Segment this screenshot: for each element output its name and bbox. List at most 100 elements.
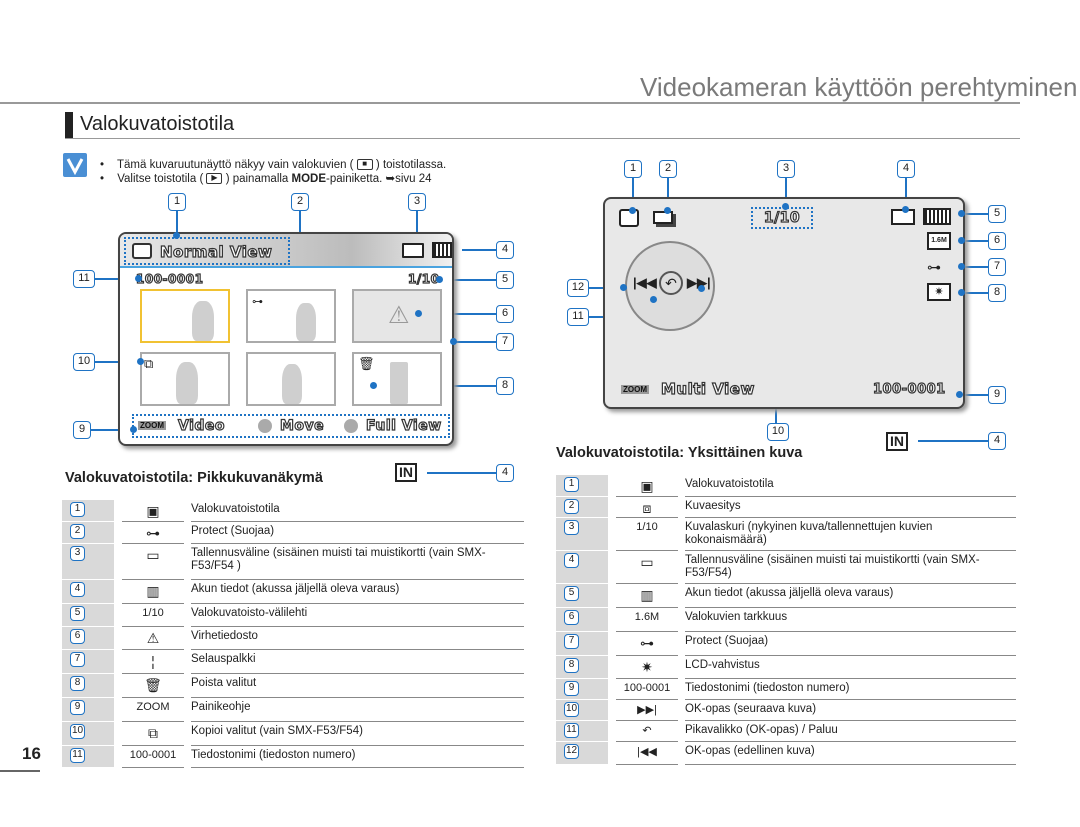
counter-icon: 1/10 [122, 604, 184, 627]
row-description: Kopioi valitut (vain SMX-F53/F54) [191, 722, 524, 746]
file-name-icon: 100-0001 [122, 746, 184, 768]
zoom-label: ZOOM [621, 385, 649, 394]
file-name: 100-0001 [135, 271, 204, 286]
thumbnail-view-screen: Normal View 100-0001 1/10 ⊶ ⚠ ⧉ 🗑 ZOOM V… [118, 232, 454, 446]
row-number: 2 [564, 499, 579, 514]
table-row: 6 ⚠ Virhetiedosto [62, 627, 524, 650]
row-number: 10 [564, 702, 579, 717]
table-row: 3 ▭ Tallennusväline (sisäinen muisti tai m… [62, 544, 524, 580]
callout-r-11: 11 [567, 308, 589, 326]
row-number: 9 [70, 700, 85, 715]
callout-r-3: 3 [777, 160, 795, 178]
row-description: Valokuvatoisto-välilehti [191, 604, 524, 627]
table-row: 1 ▣ Valokuvatoistotila [62, 500, 524, 522]
error-file-icon: ⚠ [122, 627, 184, 650]
warning-icon: ⚠ [388, 302, 410, 329]
previous-button[interactable]: |◀◀ [633, 275, 657, 291]
row-description: Tallennusväline (sisäinen muisti tai mui… [191, 544, 524, 580]
row-number-cell: 6 [62, 627, 114, 650]
section-divider [65, 138, 1020, 139]
file-name-icon: 100-0001 [616, 679, 678, 700]
note-item: Tämä kuvaruutunäyttö näkyy vain valokuvi… [100, 158, 446, 172]
protect-key-icon: ⊶ [122, 522, 184, 544]
full-view-label: Full View [365, 417, 442, 434]
callout-10: 10 [73, 353, 95, 371]
row-number: 6 [70, 629, 85, 644]
table-row: 10 ⧉ Kopioi valitut (vain SMX-F53/F54) [62, 722, 524, 746]
battery-icon [432, 242, 452, 258]
row-number: 11 [70, 748, 85, 763]
row-description: OK-opas (seuraava kuva) [685, 700, 1016, 721]
thumbnail-1[interactable] [140, 289, 230, 343]
play-icon: ▶ [206, 173, 223, 185]
row-description: Pikavalikko (OK-opas) / Paluu [685, 721, 1016, 742]
table-row: 1 ▣ Valokuvatoistotila [556, 475, 1016, 497]
note-item: Valitse toistotila ( ▶ ) painamalla MODE… [100, 172, 446, 186]
thumbnail-4[interactable]: ⧉ [140, 352, 230, 406]
callout-9: 9 [73, 421, 91, 439]
scroll-bar-icon: ¦ [122, 650, 184, 674]
callout-1: 1 [168, 193, 186, 211]
counter-icon: 1/10 [616, 518, 678, 551]
previous-icon: |◀◀ [616, 742, 678, 765]
page-reference-link[interactable]: ➥sivu 24 [385, 173, 431, 185]
multi-view-label: Multi View [660, 379, 755, 398]
row-description: OK-opas (edellinen kuva) [685, 742, 1016, 765]
image-counter: 1/10 [763, 209, 801, 226]
battery-icon: ▥ [616, 584, 678, 608]
row-number: 3 [70, 546, 85, 561]
thumbnail-3-error[interactable]: ⚠ [352, 289, 442, 343]
row-description: Tallennusväline (sisäinen muisti tai mui… [685, 551, 1016, 584]
row-number: 10 [70, 724, 85, 739]
glyph: 🗑 [144, 677, 162, 693]
row-number-cell: 5 [556, 584, 608, 608]
note-check-icon [63, 153, 87, 177]
table-row: 2 ⧈ Kuvaesitys [556, 497, 1016, 518]
row-number: 5 [564, 586, 579, 601]
internal-memory-icon: IN [395, 463, 417, 482]
callout-r-7: 7 [988, 258, 1006, 276]
glyph: ▣ [146, 503, 160, 519]
note-list: Tämä kuvaruutunäyttö näkyy vain valokuvi… [100, 158, 446, 186]
section-marker [65, 112, 73, 138]
thumbnail-2[interactable]: ⊶ [246, 289, 336, 343]
callout-6: 6 [496, 305, 514, 323]
row-number: 7 [70, 652, 85, 667]
chapter-title: Videokameran käyttöön perehtyminen [640, 72, 1078, 102]
callout-11: 11 [73, 270, 95, 288]
button-guide-icon: ZOOM [122, 698, 184, 722]
glyph: ⊶ [640, 635, 654, 651]
row-number: 9 [564, 681, 579, 696]
row-description: Valokuvien tarkkuus [685, 608, 1016, 632]
slideshow-icon: ⧈ [616, 497, 678, 518]
thumbnail-5[interactable] [246, 352, 336, 406]
scroll-bar[interactable] [452, 286, 454, 406]
row-description: Valokuvatoistotila [685, 475, 1016, 497]
copy-icon: ⧉ [144, 356, 154, 371]
lcd-enhancer-icon: ✷ [616, 656, 678, 679]
move-label: Move [279, 417, 325, 434]
mode-indicator: Normal View [124, 237, 290, 265]
row-number: 2 [70, 524, 85, 539]
row-description: Protect (Suojaa) [191, 522, 524, 544]
single-view-screen: 1/10 1.6M ⊶ ✷ |◀◀ ↶ ▶▶| ZOOM Multi View … [603, 197, 965, 409]
table-row: 11 100-0001 Tiedostonimi (tiedoston numero… [62, 746, 524, 768]
row-number: 12 [564, 744, 579, 759]
callout-r-1: 1 [624, 160, 642, 178]
row-number: 3 [564, 520, 579, 535]
row-number-cell: 9 [556, 679, 608, 700]
row-number-cell: 2 [62, 522, 114, 544]
glyph: ⧈ [642, 500, 652, 516]
thumbnail-6[interactable]: 🗑 [352, 352, 442, 406]
callout-r-9: 9 [988, 386, 1006, 404]
row-number-cell: 5 [62, 604, 114, 627]
row-description: Akun tiedot (akussa jäljellä oleva varau… [685, 584, 1016, 608]
image-counter: 1/10 [407, 271, 440, 286]
table-row: 8 🗑 Poista valitut [62, 674, 524, 698]
row-number: 7 [564, 634, 579, 649]
glyph: ▥ [146, 583, 160, 599]
glyph: ✷ [641, 659, 653, 675]
return-button[interactable]: ↶ [659, 271, 683, 295]
glyph: ¦ [151, 653, 155, 669]
row-number-cell: 7 [62, 650, 114, 674]
